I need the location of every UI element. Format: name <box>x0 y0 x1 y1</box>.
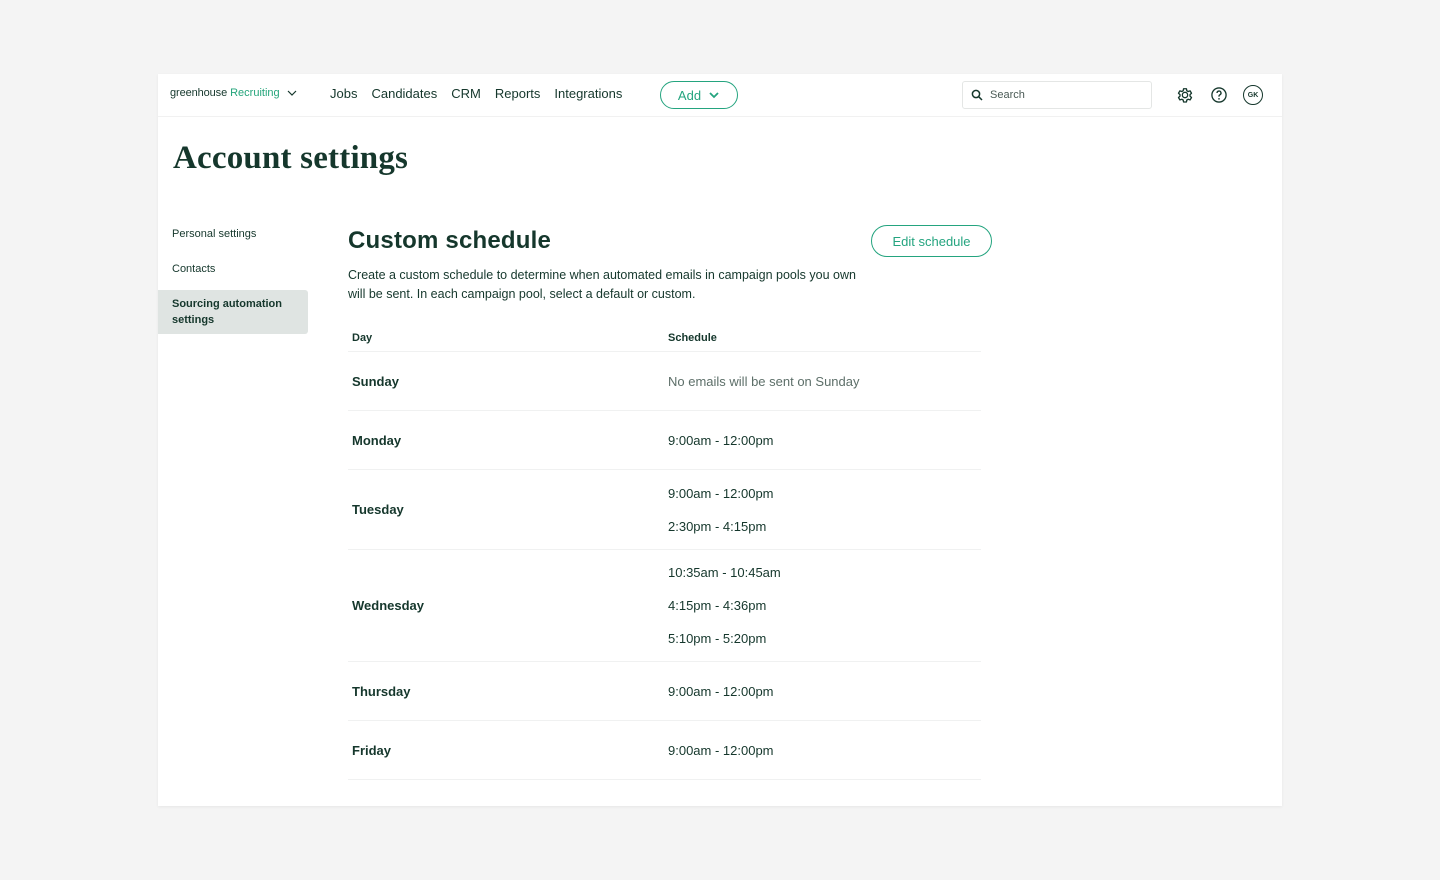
page-title: Account settings <box>173 140 409 176</box>
schedule-table: Day Schedule Sunday No emails will be se… <box>348 325 981 780</box>
search-icon <box>971 89 983 101</box>
table-row: Friday 9:00am - 12:00pm <box>348 721 981 780</box>
day-cell: Friday <box>352 742 392 758</box>
settings-sidebar: Personal settings Contacts Sourcing auto… <box>158 220 308 341</box>
help-button[interactable] <box>1209 85 1229 105</box>
product-switcher[interactable]: greenhouse Recruiting <box>170 87 298 99</box>
nav-integrations[interactable]: Integrations <box>554 86 622 101</box>
sidebar-item-contacts[interactable]: Contacts <box>158 255 308 283</box>
section-description: Create a custom schedule to determine wh… <box>348 268 856 301</box>
day-cell: Thursday <box>352 683 411 699</box>
app-window: greenhouse Recruiting Jobs Candidates CR… <box>158 74 1282 806</box>
chevron-down-icon <box>709 92 719 99</box>
sidebar-item-sourcing-automation[interactable]: Sourcing automation settings <box>158 290 308 334</box>
user-avatar[interactable]: GK <box>1243 85 1263 105</box>
help-icon <box>1211 87 1227 103</box>
schedule-cell: 9:00am - 12:00pm <box>668 734 981 767</box>
table-row: Tuesday 9:00am - 12:00pm 2:30pm - 4:15pm <box>348 470 981 550</box>
day-cell: Tuesday <box>352 502 404 517</box>
schedule-cell: 9:00am - 12:00pm <box>668 675 981 708</box>
table-row: Wednesday 10:35am - 10:45am 4:15pm - 4:3… <box>348 550 981 662</box>
main-nav: Jobs Candidates CRM Reports Integrations <box>330 86 622 101</box>
nav-crm[interactable]: CRM <box>451 86 481 101</box>
nav-candidates[interactable]: Candidates <box>371 86 437 101</box>
time-slot: 9:00am - 12:00pm <box>668 683 774 699</box>
time-slot: 9:00am - 12:00pm <box>668 742 774 758</box>
brand-logo: greenhouse <box>170 87 228 99</box>
time-slot: 2:30pm - 4:15pm <box>668 518 767 534</box>
no-emails-note: No emails will be sent on Sunday <box>668 373 860 389</box>
gear-icon <box>1177 88 1193 103</box>
schedule-cell: No emails will be sent on Sunday <box>668 365 981 398</box>
time-slot: 9:00am - 12:00pm <box>668 485 774 501</box>
add-button[interactable]: Add <box>660 81 738 109</box>
search-input[interactable] <box>990 89 1140 101</box>
edit-schedule-button[interactable]: Edit schedule <box>871 225 992 257</box>
table-header: Day Schedule <box>348 325 981 352</box>
day-cell: Sunday <box>352 373 399 389</box>
time-slot: 4:15pm - 4:36pm <box>668 598 767 613</box>
add-button-label: Add <box>677 87 702 103</box>
schedule-cell: 9:00am - 12:00pm 2:30pm - 4:15pm <box>668 477 981 543</box>
table-row: Thursday 9:00am - 12:00pm <box>348 662 981 721</box>
search-box <box>962 81 1152 109</box>
nav-reports[interactable]: Reports <box>495 86 541 101</box>
time-slot: 5:10pm - 5:20pm <box>668 631 767 646</box>
schedule-cell: 10:35am - 10:45am 4:15pm - 4:36pm 5:10pm… <box>668 556 981 655</box>
table-row: Sunday No emails will be sent on Sunday <box>348 352 981 411</box>
schedule-cell: 9:00am - 12:00pm <box>668 424 981 457</box>
nav-jobs[interactable]: Jobs <box>330 86 357 101</box>
section-title: Custom schedule <box>348 227 552 254</box>
chevron-down-icon <box>287 90 297 96</box>
day-cell: Wednesday <box>352 598 425 613</box>
time-slot: 10:35am - 10:45am <box>668 565 781 580</box>
column-header-schedule: Schedule <box>668 332 717 344</box>
settings-button[interactable] <box>1175 85 1195 105</box>
top-navigation: greenhouse Recruiting Jobs Candidates CR… <box>158 74 1282 117</box>
day-cell: Monday <box>352 432 402 448</box>
brand-product: Recruiting <box>230 87 280 99</box>
time-slot: 9:00am - 12:00pm <box>668 432 774 448</box>
sidebar-item-personal-settings[interactable]: Personal settings <box>158 220 308 248</box>
column-header-day: Day <box>352 332 373 344</box>
table-row: Monday 9:00am - 12:00pm <box>348 411 981 470</box>
